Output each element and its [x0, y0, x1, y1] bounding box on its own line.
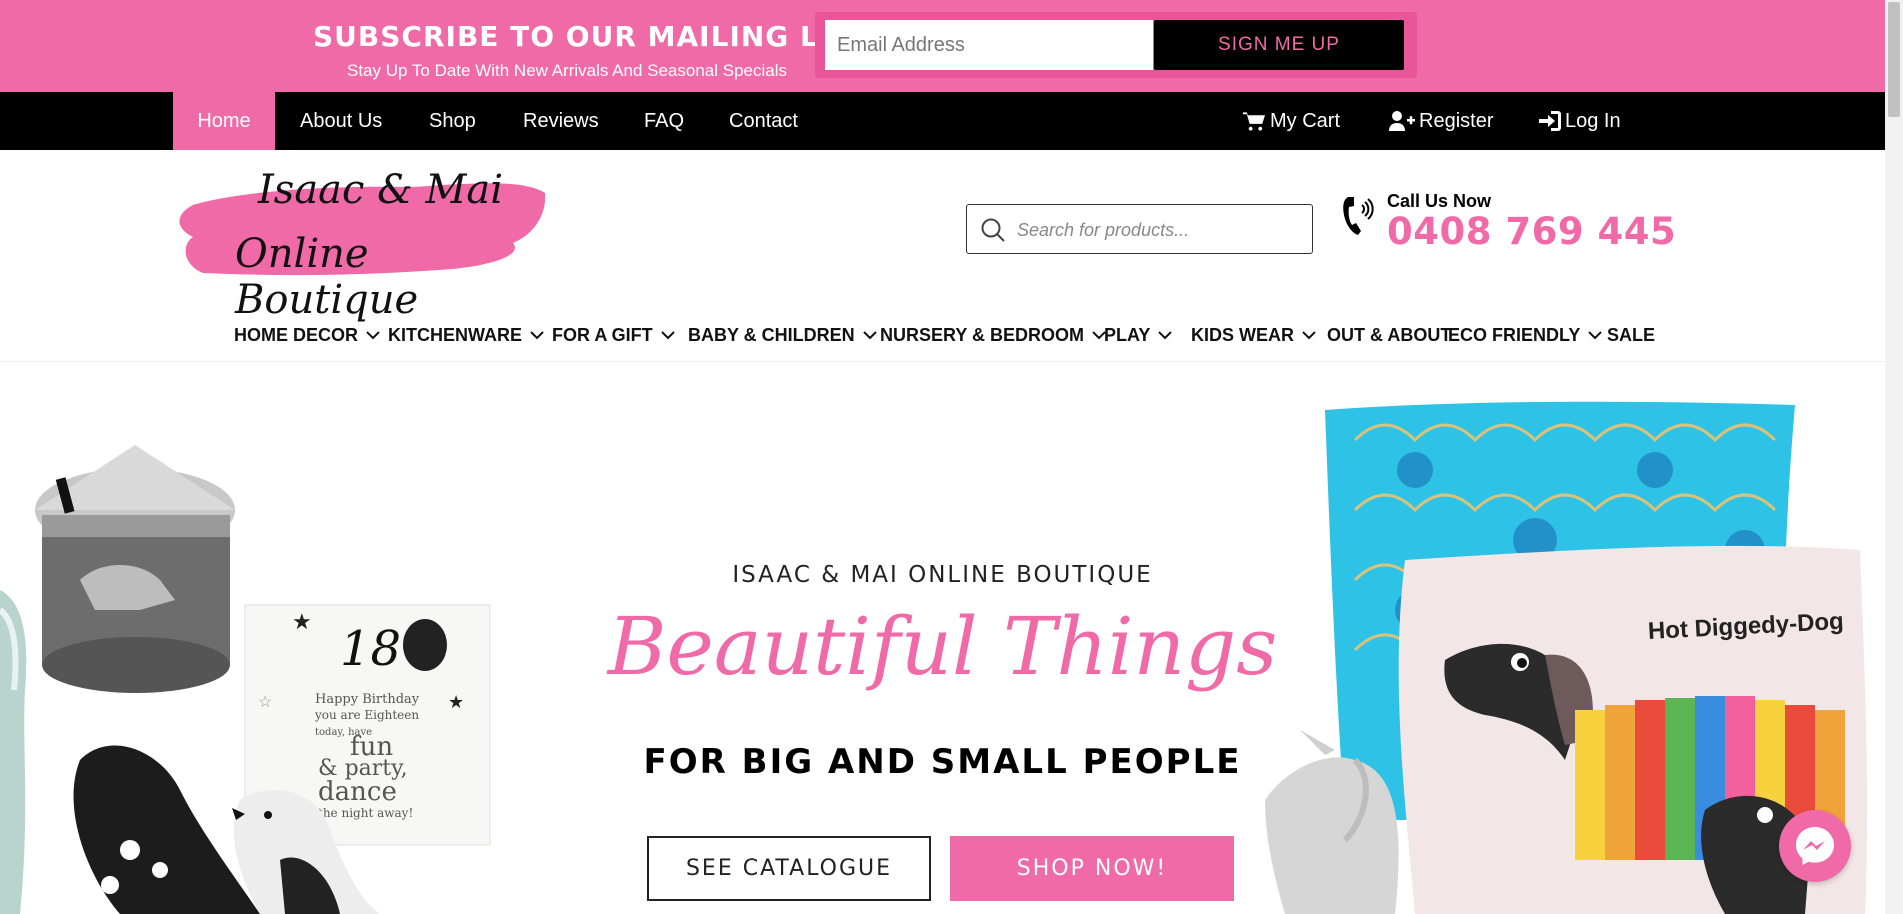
phone-number[interactable]: 0408 769 445: [1387, 210, 1676, 253]
category-label: BABY & CHILDREN: [688, 325, 855, 345]
logo-line-1: Isaac & Mai: [258, 167, 504, 213]
category-label: HOME DECOR: [234, 325, 359, 345]
nav-faq[interactable]: FAQ: [644, 92, 684, 150]
call-us-label: Call Us Now: [1387, 191, 1492, 211]
hero-eyebrow: ISAAC & MAI ONLINE BOUTIQUE: [732, 562, 1153, 588]
category-label: SALE: [1607, 325, 1656, 345]
nav-home[interactable]: Home: [173, 92, 275, 150]
category-navigation: HOME DECOR KITCHENWARE FOR A GIFT BABY &…: [0, 315, 1885, 362]
my-cart-label: My Cart: [1270, 110, 1340, 132]
nav-shop[interactable]: Shop: [429, 92, 476, 150]
category-label: KITCHENWARE: [388, 325, 522, 345]
shop-now-button[interactable]: SHOP NOW!: [950, 836, 1234, 901]
category-label: ECO FRIENDLY: [1448, 325, 1581, 345]
my-cart-link[interactable]: My Cart: [1243, 92, 1340, 150]
category-home-decor[interactable]: HOME DECOR: [234, 325, 380, 346]
category-sale[interactable]: SALE: [1607, 325, 1655, 346]
nav-about-us[interactable]: About Us: [300, 92, 382, 150]
log-in-label: Log In: [1565, 110, 1621, 132]
chevron-down-icon: [660, 331, 675, 340]
register-link[interactable]: Register: [1389, 92, 1493, 150]
hero-tagline: FOR BIG AND SMALL PEOPLE: [643, 742, 1242, 782]
search-icon: [981, 218, 1005, 242]
category-label: FOR A GIFT: [552, 325, 653, 345]
phone-icon: [1343, 197, 1374, 235]
chevron-down-icon: [530, 331, 544, 340]
chevron-down-icon: [1158, 331, 1173, 340]
user-plus-icon: [1389, 111, 1415, 131]
card-text-line: Happy Birthday: [315, 692, 420, 707]
mailing-list-subtitle: Stay Up To Date With New Arrivals And Se…: [347, 61, 788, 80]
sign-in-icon: [1539, 111, 1561, 131]
category-out-about[interactable]: OUT & ABOUT: [1327, 325, 1451, 346]
messenger-icon: [1796, 827, 1834, 865]
messenger-chat-button[interactable]: [1779, 810, 1851, 882]
log-in-link[interactable]: Log In: [1539, 92, 1621, 150]
category-label: OUT & ABOUT: [1327, 325, 1452, 345]
nav-contact[interactable]: Contact: [729, 92, 798, 150]
category-nursery-bedroom[interactable]: NURSERY & BEDROOM: [880, 325, 1106, 346]
category-kids-wear[interactable]: KIDS WEAR: [1191, 325, 1316, 346]
page-scrollbar[interactable]: [1885, 0, 1903, 914]
category-play[interactable]: PLAY: [1104, 325, 1173, 346]
chevron-down-icon: [1588, 331, 1603, 340]
svg-text:★: ★: [448, 692, 464, 712]
top-navigation: Home About Us Shop Reviews FAQ Contact M…: [0, 92, 1885, 150]
category-kitchenware[interactable]: KITCHENWARE: [388, 325, 544, 346]
mailing-list-form: SIGN ME UP: [815, 12, 1417, 78]
mailing-list-title: SUBSCRIBE TO OUR MAILING LIST: [313, 20, 872, 53]
category-label: KIDS WEAR: [1191, 325, 1294, 345]
chevron-down-icon: [366, 331, 380, 340]
search-input[interactable]: [1015, 205, 1309, 255]
chevron-down-icon: [862, 331, 877, 340]
card-text-line: you are Eighteen: [314, 708, 419, 722]
email-field[interactable]: [825, 20, 1153, 70]
site-logo[interactable]: Isaac & Mai Online Boutique: [173, 165, 548, 323]
category-baby-children[interactable]: BABY & CHILDREN: [688, 325, 877, 346]
nav-reviews[interactable]: Reviews: [523, 92, 599, 150]
mailing-list-banner: SUBSCRIBE TO OUR MAILING LIST Stay Up To…: [0, 0, 1885, 92]
register-label: Register: [1419, 110, 1494, 132]
category-label: PLAY: [1104, 325, 1151, 345]
chevron-down-icon: [1302, 331, 1316, 340]
svg-text:☆: ☆: [258, 694, 272, 711]
category-for-a-gift[interactable]: FOR A GIFT: [552, 325, 675, 346]
category-eco-friendly[interactable]: ECO FRIENDLY: [1448, 325, 1603, 346]
cart-icon: [1243, 112, 1266, 131]
card-text-line: the night away!: [318, 806, 413, 820]
see-catalogue-button[interactable]: SEE CATALOGUE: [647, 836, 931, 901]
scrollbar-thumb[interactable]: [1888, 2, 1900, 117]
logo-line-2: Online Boutique: [235, 231, 419, 323]
hero-script-title: Beautiful Things: [607, 600, 1278, 693]
category-label: NURSERY & BEDROOM: [880, 325, 1085, 345]
sign-me-up-button[interactable]: SIGN ME UP: [1154, 20, 1404, 70]
product-search: [966, 204, 1313, 255]
